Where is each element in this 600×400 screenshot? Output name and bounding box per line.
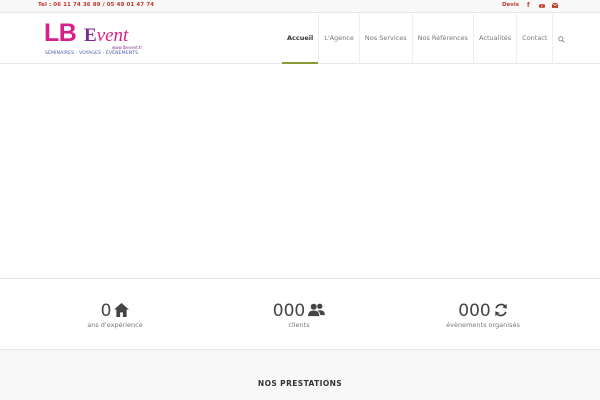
logo-url: www.lbevent.fr [112,45,143,50]
stat-label: évènements organisés [446,321,520,329]
devis-link[interactable]: Devis [502,2,519,8]
prestations-section: NOS PRESTATIONS [0,349,600,400]
search-icon[interactable] [552,14,570,64]
hero-slider [0,64,600,279]
logo-tagline: SÉMINAIRES - VOYAGES - ÉVÉNEMENTS [45,51,139,56]
top-bar: Tel : 06 11 74 36 89 / 05 49 01 47 74 De… [0,0,600,13]
nav-item-agence[interactable]: L'Agence [318,14,359,64]
stat-value: 0 [100,301,112,321]
logo-event-text: Event [84,25,129,46]
facebook-icon[interactable]: f [527,2,530,9]
stat-clients: 000 clients [234,302,364,329]
nav-item-services[interactable]: Nos Services [358,14,412,64]
stat-experience: 0 ans d'expérience [50,302,180,329]
home-icon [114,302,130,321]
refresh-icon [494,302,508,321]
stat-label: ans d'expérience [87,321,143,329]
stats-section: 0 ans d'expérience 000 clients 000 évène… [0,280,600,349]
stat-label: clients [288,321,310,329]
nav-item-contact[interactable]: Contact [516,14,552,64]
phone-numbers[interactable]: Tel : 06 11 74 36 89 / 05 49 01 47 74 [38,2,154,8]
stat-value: 000 [272,301,306,321]
lb-event-logo[interactable]: LB Event www.lbevent.fr SÉMINAIRES - VOY… [44,20,154,60]
main-nav: Accueil L'Agence Nos Services Nos Référe… [282,14,570,64]
site-header: LB Event www.lbevent.fr SÉMINAIRES - VOY… [0,14,600,64]
stat-events: 000 évènements organisés [418,302,548,329]
mail-icon[interactable] [552,3,558,8]
nav-item-references[interactable]: Nos Références [411,14,473,64]
users-icon [308,302,326,321]
nav-item-accueil[interactable]: Accueil [282,14,319,64]
youtube-icon[interactable] [539,3,545,9]
nav-item-actualites[interactable]: Actualités [473,14,516,64]
stat-value: 000 [458,301,491,321]
logo-lb-text: LB [44,19,77,47]
section-title: NOS PRESTATIONS [257,379,343,388]
